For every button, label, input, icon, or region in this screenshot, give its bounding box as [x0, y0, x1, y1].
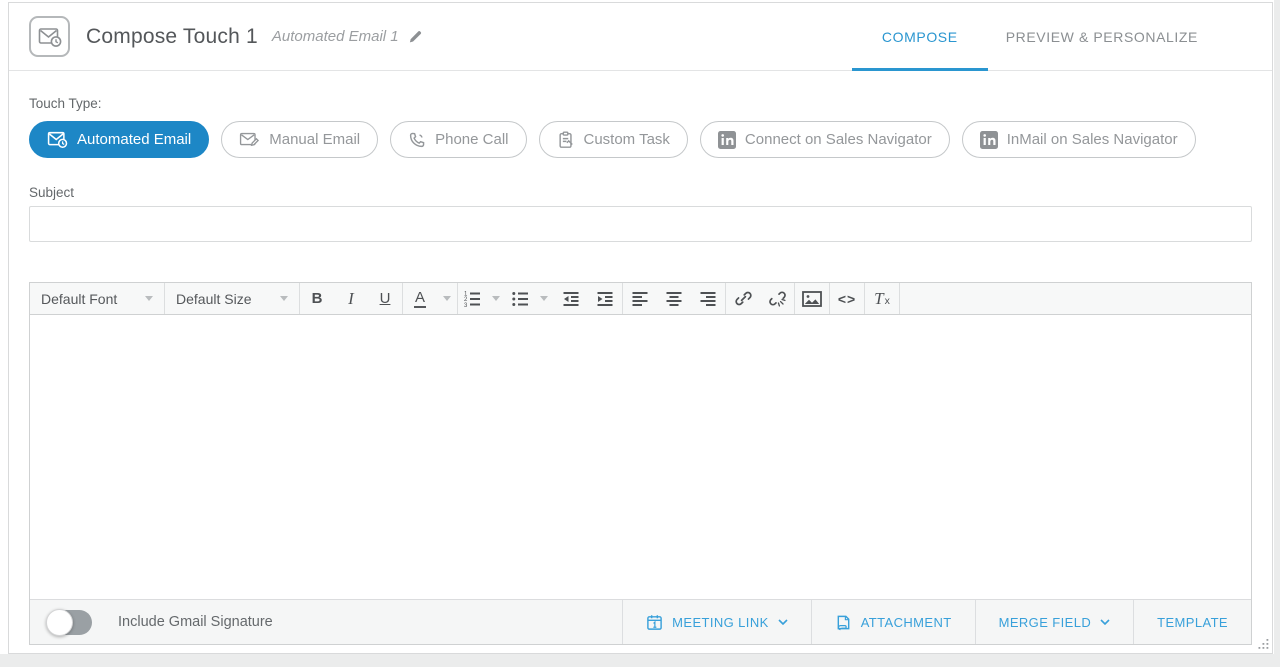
header: Compose Touch 1 Automated Email 1 COMPOS…: [9, 3, 1272, 71]
font-size-dropdown[interactable]: Default Size: [165, 291, 299, 307]
caret-down-icon: [443, 296, 451, 301]
underline-button[interactable]: U: [368, 283, 402, 314]
touch-type-option-label: InMail on Sales Navigator: [1007, 131, 1178, 148]
email-body-input[interactable]: [30, 315, 1251, 599]
touch-type-label: Touch Type:: [29, 96, 1252, 111]
tab-preview-personalize[interactable]: PREVIEW & PERSONALIZE: [988, 3, 1216, 70]
bold-button[interactable]: B: [300, 283, 334, 314]
font-color-caret[interactable]: [437, 283, 457, 314]
code-view-button[interactable]: <>: [830, 283, 864, 314]
touch-name-subtitle: Automated Email 1: [272, 28, 399, 45]
font-color-button[interactable]: A: [403, 283, 437, 314]
ordered-list-button[interactable]: 1 2 3: [458, 283, 486, 314]
outdent-icon: [562, 290, 580, 308]
chevron-down-icon: [1100, 619, 1110, 625]
phone-icon: [408, 131, 426, 149]
insert-image-button[interactable]: [795, 283, 829, 314]
gmail-signature-toggle[interactable]: [47, 610, 92, 635]
toggle-knob: [46, 609, 73, 636]
chevron-down-icon: [778, 619, 788, 625]
linkedin-icon: [980, 131, 998, 149]
page-title: Compose Touch 1: [86, 25, 258, 49]
align-right-icon: [699, 290, 717, 308]
edit-name-icon[interactable]: [408, 29, 423, 44]
svg-text:3: 3: [464, 302, 468, 307]
merge-field-button[interactable]: MERGE FIELD: [975, 600, 1134, 644]
attachment-icon: [835, 614, 852, 631]
editor-toolbar: Default Font Default Size B I U A: [30, 283, 1251, 315]
insert-link-button[interactable]: [726, 283, 760, 314]
remove-link-button[interactable]: [760, 283, 794, 314]
image-icon: [802, 291, 822, 307]
touch-type-connect-sales-navigator[interactable]: Connect on Sales Navigator: [700, 121, 950, 158]
unlink-icon: [768, 289, 787, 308]
compose-form: Touch Type: Automated Email: [9, 96, 1272, 645]
align-center-icon: [665, 290, 683, 308]
touch-type-option-label: Manual Email: [269, 131, 360, 148]
touch-type-manual-email[interactable]: Manual Email: [221, 121, 378, 158]
linkedin-icon: [718, 131, 736, 149]
align-right-button[interactable]: [691, 283, 725, 314]
indent-button[interactable]: [588, 283, 622, 314]
unordered-list-button[interactable]: [506, 283, 534, 314]
touch-type-custom-task[interactable]: Custom Task: [539, 121, 688, 158]
attachment-button[interactable]: ATTACHMENT: [811, 600, 975, 644]
link-icon: [734, 289, 753, 308]
ordered-list-icon: 1 2 3: [463, 290, 481, 308]
caret-down-icon: [540, 296, 548, 301]
template-button[interactable]: TEMPLATE: [1133, 600, 1251, 644]
caret-down-icon: [145, 296, 153, 301]
resize-handle[interactable]: [1257, 638, 1269, 650]
touch-type-option-label: Automated Email: [77, 131, 191, 148]
clear-formatting-button[interactable]: Tx: [865, 283, 899, 314]
caret-down-icon: [280, 296, 288, 301]
unordered-list-icon: [511, 290, 529, 308]
email-clock-icon: [38, 27, 62, 47]
meeting-link-button[interactable]: MEETING LINK: [622, 600, 811, 644]
touch-type-option-label: Custom Task: [584, 131, 670, 148]
clipboard-check-icon: [557, 131, 575, 149]
email-clock-icon: [47, 131, 68, 148]
page-background: [1274, 0, 1280, 667]
subject-input[interactable]: [29, 206, 1252, 242]
touch-type-option-label: Phone Call: [435, 131, 508, 148]
touch-type-inmail-sales-navigator[interactable]: InMail on Sales Navigator: [962, 121, 1196, 158]
align-left-icon: [631, 290, 649, 308]
touch-type-option-label: Connect on Sales Navigator: [745, 131, 932, 148]
email-pencil-icon: [239, 131, 260, 148]
italic-button[interactable]: I: [334, 283, 368, 314]
gmail-signature-row: Include Gmail Signature: [30, 600, 622, 644]
unordered-list-caret[interactable]: [534, 283, 554, 314]
header-tabs: COMPOSE PREVIEW & PERSONALIZE: [852, 3, 1216, 70]
page-background: [0, 654, 1280, 667]
calendar-icon: [646, 614, 663, 631]
caret-down-icon: [492, 296, 500, 301]
touch-type-phone-call[interactable]: Phone Call: [390, 121, 526, 158]
email-body-editor: Default Font Default Size B I U A: [29, 282, 1252, 645]
tab-compose[interactable]: COMPOSE: [852, 3, 988, 70]
align-left-button[interactable]: [623, 283, 657, 314]
font-family-dropdown[interactable]: Default Font: [30, 291, 164, 307]
touch-type-options: Automated Email Manual Email: [29, 121, 1252, 158]
gmail-signature-label: Include Gmail Signature: [118, 614, 273, 630]
indent-icon: [596, 290, 614, 308]
subject-label: Subject: [29, 185, 1252, 200]
touch-type-automated-email[interactable]: Automated Email: [29, 121, 209, 158]
outdent-button[interactable]: [554, 283, 588, 314]
touch-type-badge: [29, 16, 70, 57]
editor-footer: Include Gmail Signature MEETING LINK: [30, 599, 1251, 644]
align-center-button[interactable]: [657, 283, 691, 314]
ordered-list-caret[interactable]: [486, 283, 506, 314]
compose-touch-panel: Compose Touch 1 Automated Email 1 COMPOS…: [8, 2, 1273, 654]
